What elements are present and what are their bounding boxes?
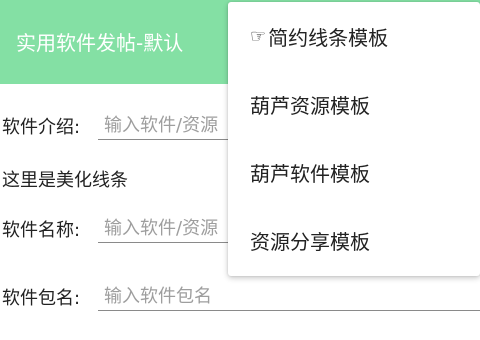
menu-item-label: 葫芦资源模板 [250,93,370,118]
menu-item-label: 简约线条模板 [268,25,389,50]
template-dropdown-menu: ☞ 简约线条模板 葫芦资源模板 葫芦软件模板 资源分享模板 [228,2,480,276]
menu-item-resource-share[interactable]: 资源分享模板 [228,206,480,274]
menu-item-label: 葫芦软件模板 [250,161,370,186]
package-input[interactable] [98,283,480,309]
page-title: 实用软件发帖-默认 [16,31,184,55]
pointing-hand-icon: ☞ [250,25,267,47]
name-label: 软件名称: [2,220,81,241]
intro-label: 软件介绍: [2,117,81,138]
decoration-note: 这里是美化线条 [2,170,128,191]
menu-item-label: 资源分享模板 [250,229,370,254]
package-label: 软件包名: [2,288,81,309]
menu-item-simple-line[interactable]: ☞ 简约线条模板 [228,2,480,70]
package-field-wrapper [98,283,480,311]
menu-item-huluresource[interactable]: 葫芦资源模板 [228,70,480,138]
menu-item-hulusoftware[interactable]: 葫芦软件模板 [228,138,480,206]
